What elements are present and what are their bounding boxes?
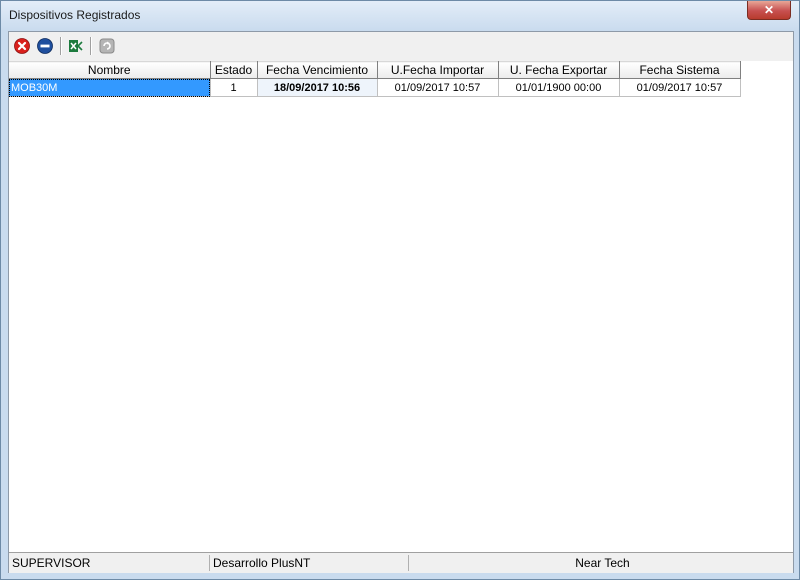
header-row: Nombre Estado Fecha Vencimiento U.Fecha … (9, 61, 741, 79)
delete-button[interactable] (14, 38, 30, 54)
title-bar[interactable]: Dispositivos Registrados ✕ (1, 1, 799, 31)
cell-estado[interactable]: 1 (210, 78, 258, 97)
status-vendor: Near Tech (575, 556, 630, 570)
status-company: Desarrollo PlusNT (210, 555, 409, 571)
disable-button[interactable] (37, 38, 53, 54)
cell-fecha-importar[interactable]: 01/09/2017 10:57 (377, 78, 499, 97)
column-header-fecha-importar[interactable]: U.Fecha Importar (377, 61, 499, 79)
cell-nombre[interactable]: MOB30M (9, 78, 211, 97)
excel-export-button[interactable] (68, 38, 84, 54)
refresh-icon (99, 38, 115, 54)
devices-table: Nombre Estado Fecha Vencimiento U.Fecha … (9, 61, 741, 97)
close-button[interactable]: ✕ (747, 1, 791, 20)
column-header-fecha-sistema[interactable]: Fecha Sistema (619, 61, 741, 79)
delete-icon (14, 38, 30, 54)
toolbar-separator (60, 37, 62, 55)
main-window: Dispositivos Registrados ✕ Nombre Estado… (0, 0, 800, 580)
toolbar-separator (90, 37, 92, 55)
disable-icon (37, 38, 53, 54)
client-area: Nombre Estado Fecha Vencimiento U.Fecha … (8, 31, 794, 573)
cell-fecha-exportar[interactable]: 01/01/1900 00:00 (498, 78, 620, 97)
devices-grid[interactable]: Nombre Estado Fecha Vencimiento U.Fecha … (9, 61, 793, 552)
cell-fecha-sistema[interactable]: 01/09/2017 10:57 (619, 78, 741, 97)
toolbar (9, 32, 793, 61)
refresh-button[interactable] (99, 38, 115, 54)
table-row[interactable]: MOB30M 1 18/09/2017 10:56 01/09/2017 10:… (9, 78, 741, 97)
column-header-estado[interactable]: Estado (210, 61, 258, 79)
close-icon: ✕ (763, 3, 775, 17)
column-header-fecha-exportar[interactable]: U. Fecha Exportar (498, 61, 620, 79)
excel-export-icon (69, 40, 83, 52)
window-title: Dispositivos Registrados (9, 8, 141, 22)
column-header-fecha-vencimiento[interactable]: Fecha Vencimiento (257, 61, 378, 79)
cell-fecha-vencimiento[interactable]: 18/09/2017 10:56 (257, 78, 378, 97)
column-header-nombre[interactable]: Nombre (9, 61, 211, 79)
status-user: SUPERVISOR (9, 555, 210, 571)
status-bar: SUPERVISOR Desarrollo PlusNT Near Tech (9, 552, 793, 573)
